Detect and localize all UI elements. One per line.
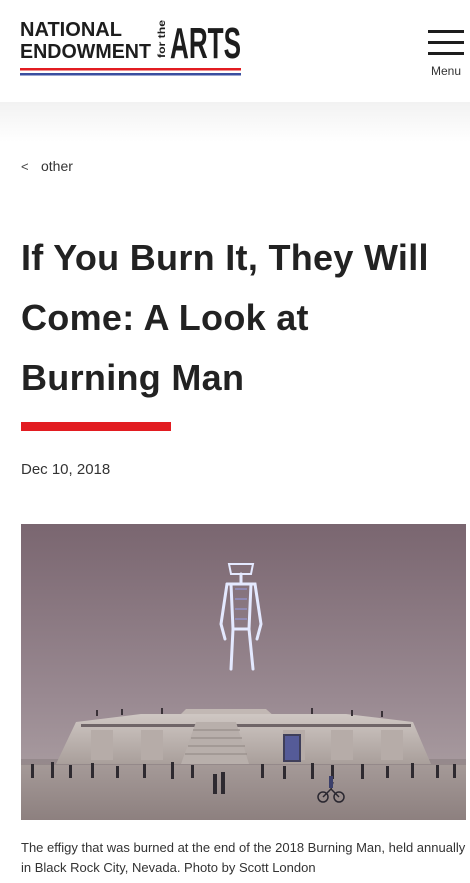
logo-for-the: for the: [157, 19, 168, 58]
title-accent-rule: [21, 422, 171, 431]
logo-red-stripe: [20, 68, 241, 71]
menu-label: Menu: [430, 64, 462, 78]
header-shadow: [0, 102, 470, 142]
logo-line-national: NATIONAL: [20, 19, 122, 41]
logo-arts: ARTS: [170, 19, 241, 68]
breadcrumb[interactable]: < other: [21, 158, 73, 174]
hamburger-icon: [428, 28, 464, 56]
logo-blue-stripe: [20, 73, 241, 76]
nea-logo[interactable]: NATIONAL ENDOWMENT for the ARTS: [20, 18, 242, 80]
article-photo: [21, 524, 466, 820]
article-title: If You Burn It, They Will Come: A Look a…: [21, 237, 429, 398]
menu-button[interactable]: Menu: [426, 28, 466, 80]
article-date: Dec 10, 2018: [21, 461, 111, 478]
logo-line-endowment: ENDOWMENT: [20, 41, 151, 63]
photo-caption: The effigy that was burned at the end of…: [21, 840, 466, 875]
chevron-left-icon: <: [21, 158, 29, 174]
breadcrumb-link-other[interactable]: other: [41, 158, 73, 174]
site-header: NATIONAL ENDOWMENT for the ARTS Menu: [0, 0, 470, 102]
